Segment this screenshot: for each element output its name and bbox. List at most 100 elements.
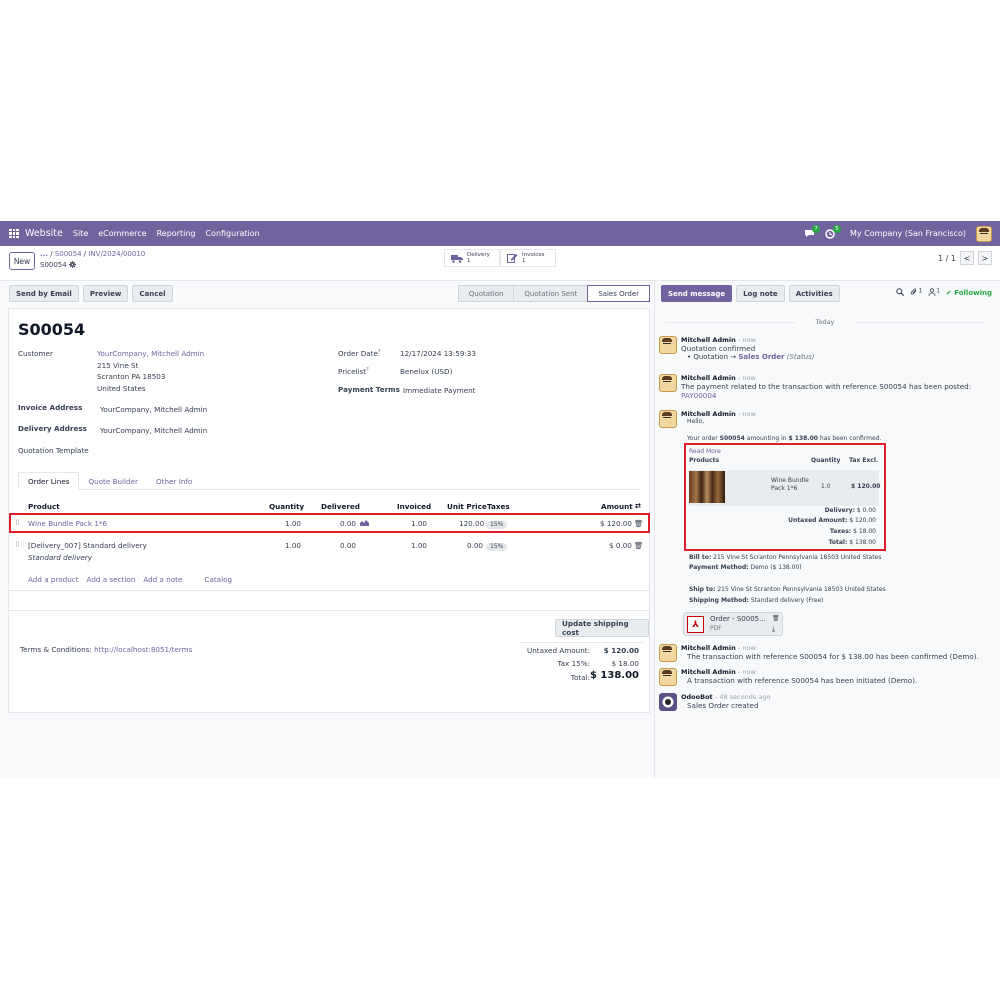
optional-columns-icon[interactable]: ⇄ [635, 501, 641, 510]
following-button[interactable]: ✔ Following [946, 289, 992, 297]
pricelist-field[interactable]: Benelux (USD) [400, 367, 452, 376]
message-author[interactable]: Mitchell Admin [681, 668, 736, 676]
menu-site[interactable]: Site [73, 229, 88, 238]
log-note-button[interactable]: Log note [736, 285, 785, 302]
message-author[interactable]: Mitchell Admin [681, 374, 736, 382]
col-product[interactable]: Product [28, 502, 60, 511]
col-taxes[interactable]: Taxes [487, 502, 510, 511]
pager-previous-button[interactable]: < [960, 251, 974, 265]
odoobot-avatar[interactable] [659, 693, 677, 711]
tab-quote-builder[interactable]: Quote Builder [79, 472, 147, 490]
message-author[interactable]: Mitchell Admin [681, 644, 736, 652]
catalog-link[interactable]: Catalog [204, 575, 232, 584]
message-hello: Hello, [687, 418, 705, 425]
followers-button[interactable]: 1 [928, 288, 940, 298]
summary-product-qty: 1.0 [821, 483, 831, 490]
message-author[interactable]: OdooBot [681, 693, 713, 701]
chatter-topbar-right: 1 1 ✔ Following [896, 288, 992, 298]
control-panel: New ... / S00054 / INV/2024/00010 S00054… [0, 246, 1000, 281]
truck-icon [451, 254, 463, 263]
status-quotation[interactable]: Quotation [457, 285, 515, 302]
update-shipping-cost-button[interactable]: Update shipping cost [555, 619, 649, 637]
read-more-link[interactable]: Read More [689, 448, 721, 456]
gear-icon[interactable] [68, 261, 76, 268]
status-sales-order[interactable]: Sales Order [587, 285, 650, 302]
company-switcher[interactable]: My Company (San Francisco) [850, 229, 966, 238]
add-section-link[interactable]: Add a section [87, 575, 136, 584]
user-avatar[interactable] [976, 225, 992, 242]
send-message-button[interactable]: Send message [661, 285, 733, 302]
avatar[interactable] [659, 644, 677, 662]
preview-button[interactable]: Preview [82, 285, 129, 302]
col-quantity[interactable]: Quantity [269, 502, 304, 511]
drag-handle-icon[interactable]: ⠿ [15, 541, 20, 549]
payment-link[interactable]: PAY00004 [681, 391, 999, 400]
menu-configuration[interactable]: Configuration [205, 229, 259, 238]
line-product[interactable]: [Delivery_007] Standard delivery [28, 541, 147, 550]
add-product-link[interactable]: Add a product [28, 575, 79, 584]
menu-ecommerce[interactable]: eCommerce [98, 229, 146, 238]
col-amount[interactable]: Amount [601, 502, 633, 511]
avatar[interactable] [659, 410, 677, 428]
quotation-template-label: Quotation Template [18, 446, 89, 455]
invoice-address-field[interactable]: YourCompany, Mitchell Admin [100, 405, 207, 414]
terms-link[interactable]: http://localhost:8051/terms [94, 645, 192, 654]
breadcrumb-root[interactable]: ... [40, 250, 48, 258]
activities-icon[interactable]: 5 [825, 225, 842, 239]
delivery-address-field[interactable]: YourCompany, Mitchell Admin [100, 426, 207, 435]
tab-order-lines[interactable]: Order Lines [18, 472, 80, 490]
app-name[interactable]: Website [25, 228, 63, 239]
pdf-attachment[interactable]: ⅄ Order - S0005... PDF 🗑 ⤓ [683, 612, 783, 636]
cancel-button[interactable]: Cancel [132, 285, 173, 302]
untaxed-amount-label: Untaxed Amount: [526, 646, 590, 655]
new-button[interactable]: New [9, 252, 35, 270]
customer-field[interactable]: YourCompany, Mitchell Admin [97, 349, 204, 358]
avatar[interactable] [659, 336, 677, 354]
col-invoiced[interactable]: Invoiced [397, 502, 431, 511]
download-icon[interactable]: ⤓ [772, 625, 775, 634]
line-delivered: 0.00 [340, 541, 357, 550]
menu-reporting[interactable]: Reporting [157, 229, 196, 238]
wine-bundle-image [689, 471, 725, 503]
activities-button[interactable]: Activities [788, 285, 840, 302]
payment-terms-field[interactable]: Immediate Payment [403, 386, 476, 395]
tab-other-info[interactable]: Other Info [147, 472, 201, 490]
tax-badge[interactable]: 15% [486, 543, 508, 551]
total-value: $ 138.00 [589, 670, 639, 681]
avatar[interactable] [659, 668, 677, 686]
attachments-button[interactable]: 1 [910, 288, 922, 298]
delivery-address-label: Delivery Address [18, 424, 87, 433]
order-date-field[interactable]: 12/17/2024 13:59:33 [400, 349, 476, 358]
delivery-smart-button[interactable]: Delivery 1 [444, 249, 500, 267]
send-by-email-button[interactable]: Send by Email [9, 285, 79, 302]
col-delivered[interactable]: Delivered [321, 502, 360, 511]
form-pane: Send by Email Preview Cancel Quotation Q… [0, 281, 654, 778]
message-author[interactable]: Mitchell Admin [681, 410, 736, 418]
col-unit-price[interactable]: Unit Price [447, 502, 487, 511]
status-quotation-sent[interactable]: Quotation Sent [513, 285, 589, 302]
form-tabs: Order Lines Quote Builder Other Info [18, 472, 640, 490]
apps-menu-icon[interactable] [9, 228, 19, 239]
pager-value[interactable]: 1 / 1 [938, 254, 956, 263]
table-row[interactable]: ⠿ [Delivery_007] Standard delivery Stand… [9, 536, 649, 564]
avatar[interactable] [659, 374, 677, 392]
messages-icon[interactable]: 7 [804, 225, 821, 238]
invoices-smart-button[interactable]: Invoices 1 [500, 249, 556, 267]
chatter-pane: Send message Log note Activities 1 1 ✔ F… [654, 281, 1000, 778]
message-author[interactable]: Mitchell Admin [681, 336, 736, 344]
delete-line-icon[interactable]: 🗑 [634, 541, 643, 550]
breadcrumb-invoice[interactable]: INV/2024/00010 [88, 250, 145, 258]
pager-next-button[interactable]: > [978, 251, 992, 265]
summary-product-name: Wine Bundle Pack 1*6 [771, 477, 809, 492]
products-header: Products [689, 457, 720, 464]
invoice-address-label: Invoice Address [18, 403, 83, 412]
summary-taxes: Taxes: $ 18.00 [829, 528, 876, 535]
breadcrumb-sale-order[interactable]: S00054 [55, 250, 82, 258]
line-unit-price[interactable]: 0.00 [467, 541, 483, 550]
tax-excl-header: Tax Excl. [849, 457, 879, 464]
order-lines-header: Product Quantity Delivered Invoiced Unit… [9, 498, 649, 514]
delete-attachment-icon[interactable]: 🗑 [772, 615, 780, 622]
line-quantity[interactable]: 1.00 [285, 541, 301, 550]
search-icon[interactable] [896, 288, 905, 298]
add-note-link[interactable]: Add a note [143, 575, 182, 584]
